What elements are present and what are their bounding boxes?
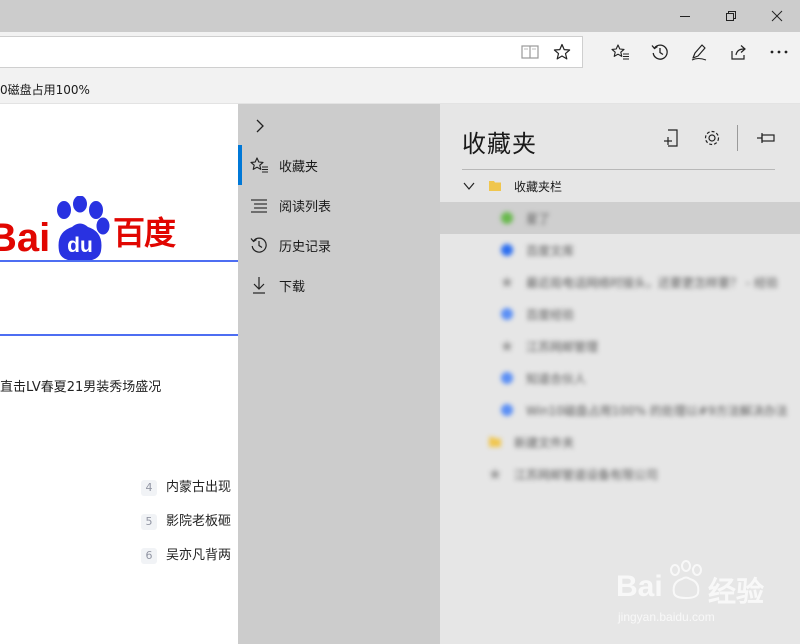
reading-list-icon: [249, 195, 269, 215]
favorite-title: 新建文件夹: [514, 436, 575, 450]
green-circle-icon: [501, 212, 513, 224]
restore-icon: [726, 11, 736, 21]
favorite-title: 百度经验: [526, 308, 575, 322]
favorite-title: 百度文库: [526, 244, 575, 258]
favorite-item[interactable]: 江苏网邮管理: [440, 330, 800, 362]
watermark-url: jingyan.baidu.com: [618, 610, 715, 624]
paw-icon: [501, 404, 513, 416]
hot-text: 内蒙古出现: [166, 480, 232, 495]
browser-toolbar: [0, 32, 800, 72]
favorite-title: 星了: [526, 212, 551, 226]
favorite-item[interactable]: 百度文库: [440, 234, 800, 266]
hub-tab-label: 收藏夹: [279, 159, 319, 175]
globe-icon: [501, 340, 513, 352]
favorite-item[interactable]: Win10磁盘占用100% 的处理以#9方法解决办法: [440, 394, 800, 426]
search-box-top-border: [0, 260, 238, 262]
hot-text: 吴亦凡背两: [166, 548, 232, 563]
favorite-item[interactable]: 最近局电话网络时接头，还要更怎样要？ - 经验: [440, 266, 800, 298]
favorite-title: 江苏网邮管理: [526, 340, 599, 354]
minimize-button[interactable]: [662, 0, 708, 32]
baidu-paw-icon: du: [57, 196, 110, 262]
panel-separator: [737, 125, 738, 151]
hot-list-item[interactable]: 5 影院老板砸: [141, 510, 231, 530]
hot-list-item[interactable]: 6 吴亦凡背两: [141, 544, 231, 564]
title-bar: [0, 0, 800, 32]
watermark-brand-cn: 经验: [708, 575, 765, 608]
favorite-item[interactable]: 江苏网邮管道设备有限公司: [440, 458, 800, 490]
favorite-title: 最近局电话网络时接头，还要更怎样要？ - 经验: [526, 276, 778, 290]
baidu-paw-icon: [501, 244, 513, 256]
folder-icon: [489, 437, 501, 447]
chevron-down-icon: [463, 182, 475, 190]
hot-rank: 4: [141, 479, 157, 496]
favorites-bar-item[interactable]: 0磁盘占用100%: [0, 81, 90, 98]
hub-tab-label: 下载: [279, 279, 306, 295]
more-icon[interactable]: [764, 37, 794, 67]
web-page-content: Bai du 百度 直击LV春夏21男装秀场盛况 4 内蒙古出现 5 影院老板砸 6…: [0, 104, 238, 644]
favorites-bar-folder[interactable]: 收藏夹栏: [440, 170, 800, 202]
settings-icon[interactable]: [698, 124, 726, 152]
logo-latin: Bai: [0, 216, 51, 260]
hub-tab-downloads[interactable]: 下载: [238, 265, 440, 305]
pen-icon[interactable]: [684, 37, 714, 67]
favorite-folder-item[interactable]: 新建文件夹: [440, 426, 800, 458]
add-to-favorites-icon[interactable]: [658, 124, 686, 152]
search-box-bottom-border: [0, 334, 238, 336]
news-headline[interactable]: 直击LV春夏21男装秀场盛况: [0, 376, 161, 395]
globe-icon: [501, 276, 513, 288]
panel-title: 收藏夹: [462, 130, 537, 158]
paw-icon: [501, 308, 513, 320]
favorite-item[interactable]: 百度经验: [440, 298, 800, 330]
favorite-title: Win10磁盘占用100% 的处理以#9方法解决办法: [526, 404, 788, 418]
history-icon[interactable]: [645, 37, 675, 67]
download-icon: [249, 275, 269, 295]
close-icon: [771, 10, 783, 22]
hub-navigation: 收藏夹 阅读列表 历史记录 下载: [238, 104, 440, 644]
hub-tab-history[interactable]: 历史记录: [238, 225, 440, 265]
hub-tab-label: 阅读列表: [279, 199, 332, 215]
hot-rank: 6: [141, 547, 157, 564]
favorites-icon: [249, 155, 269, 175]
hot-rank: 5: [141, 513, 157, 530]
minimize-icon: [680, 16, 690, 17]
favorites-bar: 0磁盘占用100%: [0, 72, 800, 104]
watermark-brand-latin: Bai: [616, 570, 663, 603]
reading-view-icon[interactable]: [515, 37, 545, 67]
restore-button[interactable]: [708, 0, 754, 32]
favorite-title: 江苏网邮管道设备有限公司: [514, 468, 659, 482]
hub-tab-reading-list[interactable]: 阅读列表: [238, 185, 440, 225]
paw-icon: [501, 372, 513, 384]
globe-icon: [489, 468, 501, 480]
favorites-list-icon[interactable]: [605, 37, 635, 67]
share-icon[interactable]: [724, 37, 754, 67]
folder-label: 收藏夹栏: [514, 180, 563, 194]
folder-icon: [489, 181, 501, 191]
watermark-paw-icon: [670, 560, 702, 600]
logo-chinese: 百度: [113, 214, 176, 252]
baidu-jingyan-watermark: Bai 经验 jingyan.baidu.com: [612, 556, 792, 636]
collapse-hub-button[interactable]: [250, 114, 270, 138]
close-button[interactable]: [754, 0, 800, 32]
favorite-item[interactable]: 星了: [440, 202, 800, 234]
favorite-title: 知道合伙人: [526, 372, 587, 386]
hot-text: 影院老板砸: [166, 514, 232, 529]
hub-tab-favorites[interactable]: 收藏夹: [238, 145, 440, 185]
address-bar[interactable]: [0, 36, 583, 68]
star-icon[interactable]: [547, 37, 577, 67]
history-icon: [249, 235, 269, 255]
pin-icon[interactable]: [752, 124, 780, 152]
hub-tab-label: 历史记录: [279, 239, 332, 255]
chevron-right-icon: [256, 119, 264, 133]
hot-list-item[interactable]: 4 内蒙古出现: [141, 476, 231, 496]
logo-du: du: [67, 234, 93, 257]
favorite-item[interactable]: 知道合伙人: [440, 362, 800, 394]
